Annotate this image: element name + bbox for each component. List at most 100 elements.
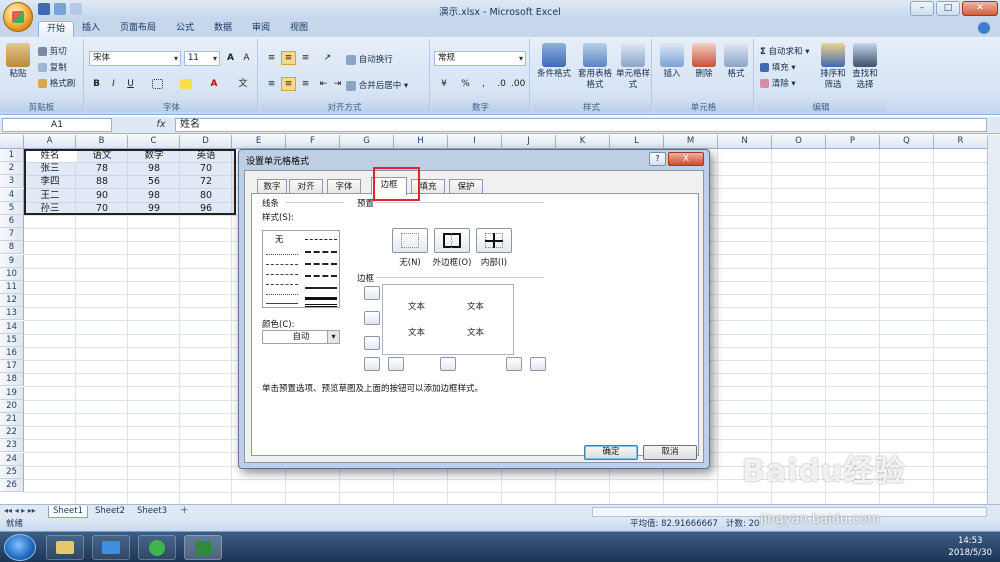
sheet-nav-arrows[interactable]: ◂◂ ◂ ▸ ▸▸ bbox=[4, 506, 36, 515]
tab-page-layout[interactable]: 页面布局 bbox=[116, 21, 160, 37]
cell-B2[interactable]: 78 bbox=[76, 162, 128, 175]
cell-D5[interactable]: 96 bbox=[180, 202, 232, 215]
row-header-21[interactable]: 21 bbox=[0, 413, 24, 426]
row-header-5[interactable]: 5 bbox=[0, 201, 24, 215]
app-icon[interactable] bbox=[92, 535, 130, 560]
line-style-hair[interactable] bbox=[266, 294, 298, 295]
grow-font-button[interactable]: A bbox=[223, 51, 238, 65]
number-format-select[interactable]: 常规 bbox=[434, 51, 526, 66]
cell-D4[interactable]: 80 bbox=[180, 189, 232, 202]
row-header-3[interactable]: 3 bbox=[0, 175, 24, 189]
row-header-16[interactable]: 16 bbox=[0, 347, 24, 360]
conditional-format-button[interactable]: 条件格式 bbox=[534, 43, 574, 80]
column-header-E[interactable]: E bbox=[232, 135, 286, 149]
column-header-K[interactable]: K bbox=[556, 135, 610, 149]
cell-A3[interactable]: 李四 bbox=[24, 175, 76, 188]
column-header-L[interactable]: L bbox=[610, 135, 664, 149]
increase-indent-button[interactable]: ⇥ bbox=[330, 77, 345, 91]
format-as-table-button[interactable]: 套用表格格式 bbox=[576, 43, 614, 91]
comma-button[interactable]: , bbox=[476, 77, 491, 91]
row-header-11[interactable]: 11 bbox=[0, 281, 24, 294]
cell-C5[interactable]: 99 bbox=[128, 202, 180, 215]
line-style-dash-dot-dot[interactable] bbox=[266, 284, 298, 285]
dialog-tab-protection[interactable]: 保护 bbox=[449, 179, 483, 194]
find-select-button[interactable]: 查找和选择 bbox=[850, 43, 880, 91]
row-header-15[interactable]: 15 bbox=[0, 333, 24, 347]
line-style-list[interactable]: 无 bbox=[262, 230, 340, 308]
color-select[interactable]: 自动 bbox=[262, 330, 340, 344]
close-icon[interactable]: ✕ bbox=[962, 1, 998, 16]
style-none[interactable]: 无 bbox=[275, 233, 284, 245]
row-header-1[interactable]: 1 bbox=[0, 149, 24, 162]
decrease-indent-button[interactable]: ⇤ bbox=[316, 77, 331, 91]
clear-button[interactable]: 清除 ▾ bbox=[760, 77, 796, 89]
row-header-7[interactable]: 7 bbox=[0, 228, 24, 242]
line-style-r1[interactable] bbox=[305, 239, 337, 240]
tab-data[interactable]: 数据 bbox=[210, 21, 236, 37]
column-header-R[interactable]: R bbox=[934, 135, 988, 149]
border-preview[interactable]: 文本 文本 文本 文本 bbox=[382, 284, 514, 355]
row-header-14[interactable]: 14 bbox=[0, 320, 24, 334]
column-header-Q[interactable]: Q bbox=[880, 135, 934, 149]
border-diagonal-up-button[interactable] bbox=[364, 357, 380, 371]
tab-review[interactable]: 审阅 bbox=[248, 21, 274, 37]
currency-button[interactable]: ¥ bbox=[434, 77, 454, 91]
cell-A2[interactable]: 张三 bbox=[24, 162, 76, 175]
fill-button[interactable]: 填充 ▾ bbox=[760, 61, 796, 73]
cell-B1[interactable]: 语文 bbox=[76, 149, 128, 162]
copy-button[interactable]: 复制 bbox=[38, 61, 67, 73]
align-right-button[interactable]: ≡ bbox=[298, 77, 313, 91]
column-header-D[interactable]: D bbox=[180, 135, 232, 149]
font-name-select[interactable]: 宋体 bbox=[89, 51, 181, 66]
cut-button[interactable]: 剪切 bbox=[38, 45, 67, 57]
browser-icon[interactable] bbox=[138, 535, 176, 560]
row-header-25[interactable]: 25 bbox=[0, 465, 24, 479]
insert-cells-button[interactable]: 插入 bbox=[656, 43, 688, 80]
shrink-font-button[interactable]: A bbox=[239, 51, 254, 65]
row-header-18[interactable]: 18 bbox=[0, 373, 24, 387]
border-bottom-button[interactable] bbox=[364, 336, 380, 350]
sheet-tab-2[interactable]: Sheet2 bbox=[91, 506, 129, 518]
line-style-thick[interactable] bbox=[305, 297, 337, 300]
preset-outline-button[interactable] bbox=[434, 228, 470, 253]
row-header-13[interactable]: 13 bbox=[0, 307, 24, 321]
cell-C4[interactable]: 98 bbox=[128, 189, 180, 202]
dialog-tab-number[interactable]: 数字 bbox=[257, 179, 287, 194]
row-header-26[interactable]: 26 bbox=[0, 479, 24, 492]
help-icon[interactable] bbox=[978, 22, 990, 34]
column-header-H[interactable]: H bbox=[394, 135, 448, 149]
line-style-r4[interactable] bbox=[305, 275, 337, 277]
cell-A4[interactable]: 王二 bbox=[24, 189, 76, 202]
column-header-C[interactable]: C bbox=[128, 135, 180, 149]
minimize-icon[interactable]: – bbox=[910, 1, 934, 16]
preset-inside-button[interactable] bbox=[476, 228, 512, 253]
insert-function-button[interactable]: fx bbox=[150, 118, 172, 132]
line-style-thin[interactable] bbox=[266, 303, 298, 304]
line-style-r3[interactable] bbox=[305, 263, 337, 265]
tab-insert[interactable]: 插入 bbox=[78, 21, 104, 37]
ok-button[interactable]: 确定 bbox=[584, 445, 638, 460]
column-header-A[interactable]: A bbox=[24, 135, 76, 149]
dialog-help-button[interactable]: ? bbox=[649, 152, 666, 166]
row-header-4[interactable]: 4 bbox=[0, 188, 24, 202]
paste-button[interactable]: 粘贴 bbox=[4, 43, 32, 80]
vertical-scrollbar[interactable] bbox=[987, 135, 1000, 504]
tab-home[interactable]: 开始 bbox=[38, 21, 74, 37]
cell-D1[interactable]: 英语 bbox=[180, 149, 232, 162]
format-painter-button[interactable]: 格式刷 bbox=[38, 77, 75, 89]
line-style-r2[interactable] bbox=[305, 251, 337, 253]
line-style-double[interactable] bbox=[305, 304, 337, 307]
line-style-dash-dot[interactable] bbox=[266, 274, 298, 275]
font-size-select[interactable]: 11 bbox=[184, 51, 220, 66]
cell-A1[interactable]: 姓名 bbox=[24, 149, 76, 162]
dialog-close-button[interactable]: X bbox=[668, 152, 704, 166]
cell-C3[interactable]: 56 bbox=[128, 175, 180, 188]
cell-C1[interactable]: 数学 bbox=[128, 149, 180, 162]
underline-button[interactable]: U bbox=[123, 77, 138, 91]
row-header-24[interactable]: 24 bbox=[0, 452, 24, 466]
cell-styles-button[interactable]: 单元格样式 bbox=[616, 43, 650, 91]
align-left-button[interactable]: ≡ bbox=[264, 77, 279, 91]
border-right-button[interactable] bbox=[506, 357, 522, 371]
column-header-N[interactable]: N bbox=[718, 135, 772, 149]
font-color-button[interactable]: A bbox=[202, 77, 226, 91]
